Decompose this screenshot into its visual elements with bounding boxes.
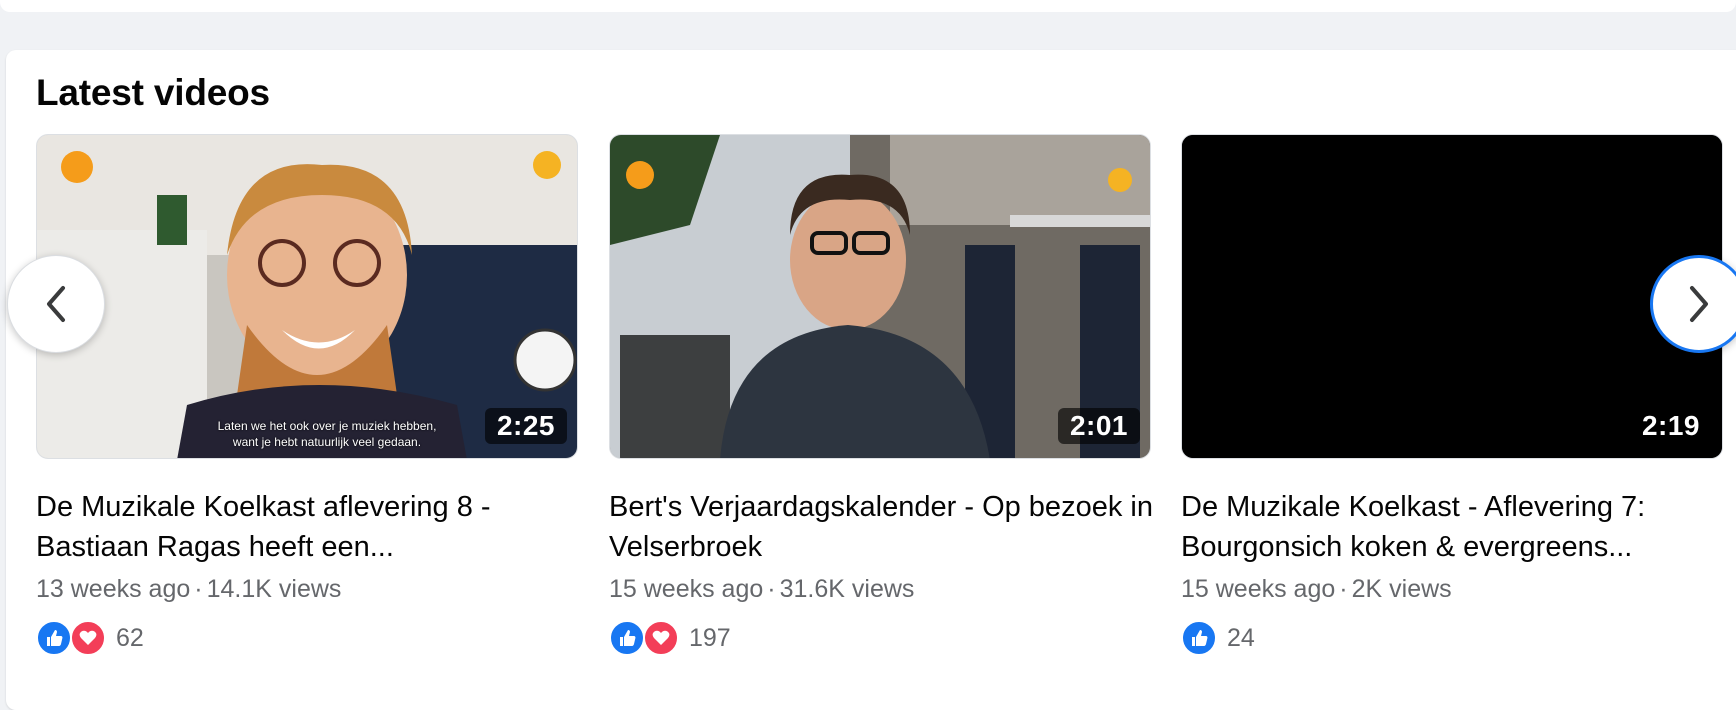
reactions-summary[interactable]: 197 bbox=[609, 618, 1151, 658]
previous-section-edge bbox=[0, 0, 1736, 12]
video-duration: 2:19 bbox=[1629, 408, 1712, 444]
video-meta: 13 weeks ago · 14.1K views bbox=[36, 575, 578, 604]
video-age: 15 weeks ago bbox=[609, 575, 764, 603]
video-views: 31.6K views bbox=[779, 575, 915, 603]
channel-logo-icon bbox=[626, 161, 654, 189]
subtitle-line: Laten we het ook over je muziek hebben, bbox=[217, 419, 437, 433]
carousel-prev-button[interactable] bbox=[7, 255, 105, 353]
like-icon bbox=[609, 620, 645, 656]
subtitle-line: want je hebt natuurlijk veel gedaan. bbox=[232, 435, 422, 449]
video-title[interactable]: De Muzikale Koelkast - Aflevering 7: Bou… bbox=[1181, 487, 1736, 567]
video-title[interactable]: Bert's Verjaardagskalender - Op bezoek i… bbox=[609, 487, 1169, 567]
video-age: 15 weeks ago bbox=[1181, 575, 1336, 603]
reaction-count: 197 bbox=[689, 623, 731, 652]
love-icon bbox=[643, 620, 679, 656]
video-meta: 15 weeks ago · 31.6K views bbox=[609, 575, 1151, 604]
video-views: 14.1K views bbox=[206, 575, 342, 603]
section-title: Latest videos bbox=[36, 72, 270, 113]
video-subtitle: Laten we het ook over je muziek hebben, … bbox=[177, 418, 477, 450]
video-meta: 15 weeks ago · 2K views bbox=[1181, 575, 1723, 604]
video-title[interactable]: De Muzikale Koelkast aflevering 8 - Bast… bbox=[36, 487, 596, 567]
video-thumbnail[interactable]: Laten we het ook over je muziek hebben, … bbox=[36, 134, 578, 459]
broadcaster-logo-icon bbox=[533, 151, 561, 179]
video-card-2[interactable]: 2:01 Bert's Verjaardagskalender - Op bez… bbox=[609, 134, 1153, 658]
chevron-right-icon bbox=[1690, 286, 1708, 322]
channel-logo-icon bbox=[61, 151, 93, 183]
meta-separator: · bbox=[194, 575, 203, 603]
video-card-1[interactable]: Laten we het ook over je muziek hebben, … bbox=[36, 134, 578, 658]
video-card-3[interactable]: 2:19 De Muzikale Koelkast - Aflevering 7… bbox=[1181, 134, 1723, 658]
video-views: 2K views bbox=[1351, 575, 1452, 603]
video-duration: 2:25 bbox=[484, 408, 567, 444]
video-thumbnail[interactable]: 2:19 bbox=[1181, 134, 1723, 459]
meta-separator: · bbox=[767, 575, 776, 603]
love-icon bbox=[70, 620, 106, 656]
video-thumbnail[interactable]: 2:01 bbox=[609, 134, 1151, 459]
reactions-summary[interactable]: 24 bbox=[1181, 618, 1723, 658]
like-icon bbox=[1181, 620, 1217, 656]
meta-separator: · bbox=[1339, 575, 1348, 603]
video-duration: 2:01 bbox=[1057, 408, 1140, 444]
reaction-count: 62 bbox=[116, 623, 144, 652]
video-age: 13 weeks ago bbox=[36, 575, 191, 603]
chevron-left-icon bbox=[47, 286, 65, 322]
like-icon bbox=[36, 620, 72, 656]
reactions-summary[interactable]: 62 bbox=[36, 618, 578, 658]
reaction-count: 24 bbox=[1227, 623, 1255, 652]
broadcaster-logo-icon bbox=[1108, 168, 1132, 192]
